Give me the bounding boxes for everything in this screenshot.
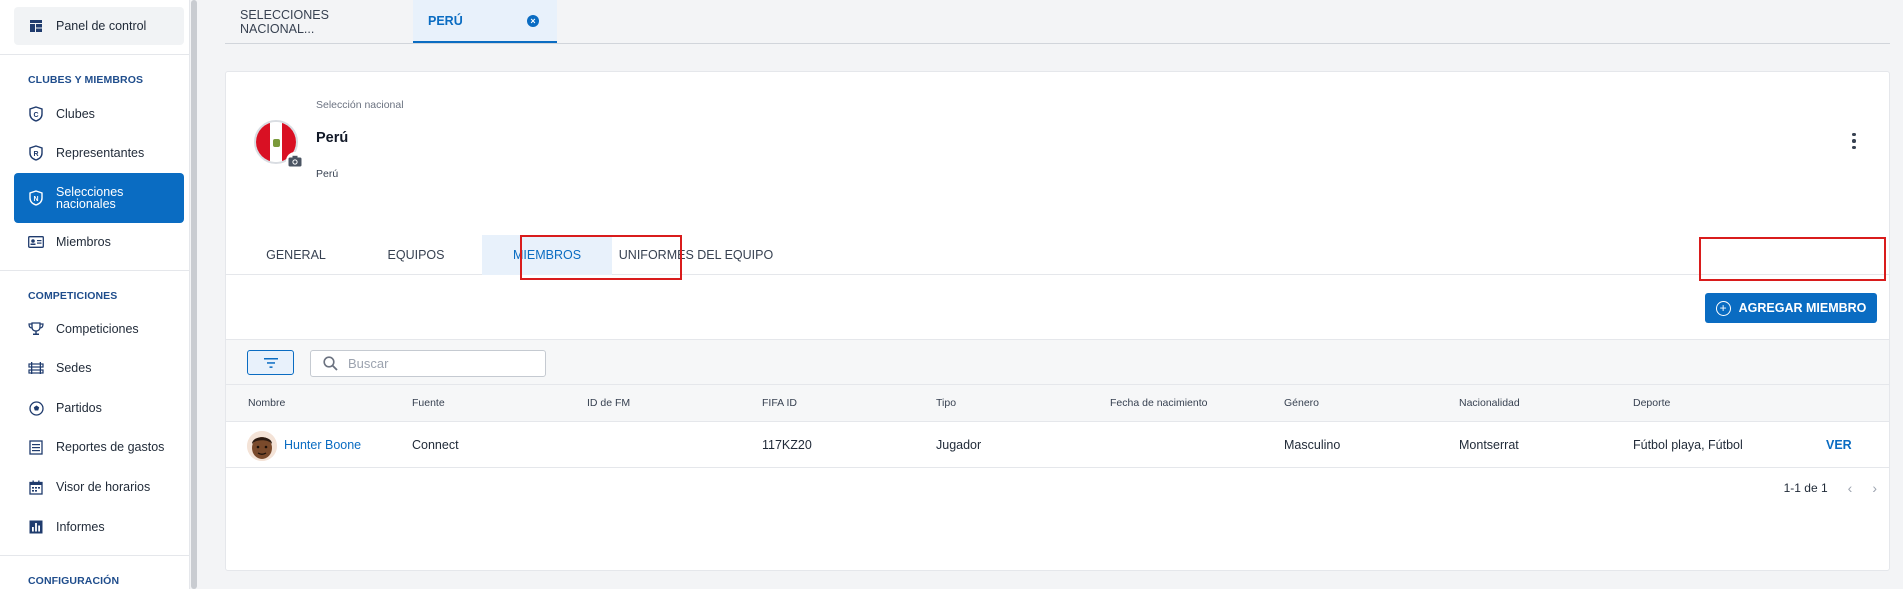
filter-icon <box>263 357 278 368</box>
sidebar-item-label: Competiciones <box>56 322 139 336</box>
camera-icon[interactable] <box>286 152 304 170</box>
divider <box>0 270 190 271</box>
sidebar-item-reportes-de-gastos[interactable]: Reportes de gastos <box>14 428 184 466</box>
sidebar: Panel de control CLUBES Y MIEMBROS C Clu… <box>0 0 190 589</box>
representative-shield-icon: R <box>28 145 44 161</box>
pagination: 1-1 de 1 ‹ › <box>1784 478 1877 498</box>
profile-country: Perú <box>316 168 339 180</box>
calendar-icon <box>28 479 44 495</box>
search-icon <box>323 356 338 371</box>
cell-gender: Masculino <box>1284 438 1341 452</box>
column-header[interactable]: ID de FM <box>587 397 630 409</box>
chart-icon <box>28 519 44 535</box>
view-link[interactable]: VER <box>1826 438 1852 452</box>
page-title: Perú <box>316 130 349 146</box>
sidebar-item-representantes[interactable]: R Representantes <box>14 134 184 172</box>
pagination-range: 1-1 de 1 <box>1783 481 1828 495</box>
cell-sport: Fútbol playa, Fútbol <box>1633 438 1743 452</box>
tab-miembros[interactable]: MIEMBROS <box>482 235 612 275</box>
section-tabs: GENERAL EQUIPOS MIEMBROS UNIFORMES DEL E… <box>226 235 1889 275</box>
svg-text:R: R <box>33 151 38 158</box>
column-header[interactable]: Fecha de nacimiento <box>1110 397 1207 409</box>
sidebar-item-label: Visor de horarios <box>56 480 151 494</box>
chevron-right-icon[interactable]: › <box>1872 480 1877 496</box>
cell-fifa-id: 117KZ20 <box>762 438 812 452</box>
column-header[interactable]: Fuente <box>412 397 445 409</box>
column-header[interactable]: FIFA ID <box>762 397 797 409</box>
svg-text:C: C <box>33 112 38 119</box>
cell-type: Jugador <box>936 438 982 452</box>
tab-equipos[interactable]: EQUIPOS <box>366 235 466 275</box>
ball-icon <box>28 400 44 416</box>
column-header[interactable]: Nombre <box>248 397 285 409</box>
more-options-icon[interactable] <box>1844 130 1864 152</box>
search-input[interactable] <box>348 356 528 371</box>
sidebar-item-label: Clubes <box>56 107 95 121</box>
chevron-left-icon[interactable]: ‹ <box>1848 480 1853 496</box>
add-member-button[interactable]: + AGREGAR MIEMBRO <box>1705 293 1877 323</box>
flag-emblem <box>273 139 280 147</box>
sidebar-item-label: Representantes <box>56 146 145 160</box>
report-icon <box>28 439 44 455</box>
tab-general[interactable]: GENERAL <box>246 235 346 275</box>
dashboard-icon <box>28 18 44 34</box>
tab-uniformes[interactable]: UNIFORMES DEL EQUIPO <box>611 235 781 275</box>
flag-stripe <box>256 122 270 162</box>
profile-kicker: Selección nacional <box>316 99 404 111</box>
divider <box>0 54 190 55</box>
member-name-link[interactable]: Hunter Boone <box>284 438 361 452</box>
sidebar-item-label: Miembros <box>56 235 111 249</box>
sidebar-item-label: Panel de control <box>56 19 147 33</box>
sidebar-item-partidos[interactable]: Partidos <box>14 389 184 427</box>
members-toolbar: + AGREGAR MIEMBRO <box>226 275 1889 340</box>
sidebar-item-sedes[interactable]: Sedes <box>14 349 184 387</box>
sidebar-item-selecciones-nacionales[interactable]: N Selecciones nacionales <box>14 173 184 223</box>
top-tab-label: PERÚ <box>428 13 463 28</box>
id-card-icon <box>28 234 44 250</box>
search-field[interactable] <box>310 350 546 377</box>
divider <box>0 555 190 556</box>
svg-text:N: N <box>33 196 38 203</box>
sidebar-item-label: Partidos <box>56 401 102 415</box>
team-card: Selección nacional Perú Perú GENERAL EQU… <box>225 71 1890 571</box>
sidebar-item-dashboard[interactable]: Panel de control <box>14 7 184 45</box>
section-title-clubs: CLUBES Y MIEMBROS <box>28 74 144 86</box>
trophy-icon <box>28 321 44 337</box>
scrollbar-thumb[interactable] <box>191 0 197 589</box>
top-tab-selecciones[interactable]: SELECCIONES NACIONAL... <box>225 0 412 43</box>
national-shield-icon: N <box>28 190 44 206</box>
column-header[interactable]: Tipo <box>936 397 956 409</box>
club-shield-icon: C <box>28 106 44 122</box>
sidebar-scrollbar[interactable] <box>190 0 198 589</box>
stadium-icon <box>28 360 44 376</box>
column-header[interactable]: Nacionalidad <box>1459 397 1520 409</box>
plus-circle-icon: + <box>1715 300 1731 316</box>
add-member-label: AGREGAR MIEMBRO <box>1738 301 1867 315</box>
sidebar-item-informes[interactable]: Informes <box>14 508 184 546</box>
cell-source: Connect <box>412 438 459 452</box>
sidebar-item-visor-de-horarios[interactable]: Visor de horarios <box>14 468 184 506</box>
table-header: Nombre Fuente ID de FM FIFA ID Tipo Fech… <box>226 385 1889 422</box>
sidebar-item-label: Reportes de gastos <box>56 440 165 454</box>
filter-bar <box>226 340 1889 385</box>
top-tab-peru[interactable]: PERÚ × <box>413 0 557 43</box>
sidebar-item-label: Sedes <box>56 361 92 375</box>
table-row[interactable]: Hunter Boone Connect 117KZ20 Jugador Mas… <box>226 422 1889 468</box>
top-tab-bar: SELECCIONES NACIONAL... PERÚ × <box>225 0 1890 44</box>
section-title-configuration: CONFIGURACIÓN <box>28 575 120 587</box>
sidebar-item-miembros[interactable]: Miembros <box>14 223 184 261</box>
column-header[interactable]: Género <box>1284 397 1319 409</box>
cell-nationality: Montserrat <box>1459 438 1519 452</box>
avatar <box>247 431 277 461</box>
sidebar-item-label: Selecciones nacionales <box>56 185 124 211</box>
filter-button[interactable] <box>247 350 294 375</box>
sidebar-item-competiciones[interactable]: Competiciones <box>14 310 184 348</box>
section-title-competitions: COMPETICIONES <box>28 290 118 302</box>
sidebar-item-label: Informes <box>56 520 105 534</box>
sidebar-item-clubes[interactable]: C Clubes <box>14 95 184 133</box>
close-icon[interactable]: × <box>527 15 539 27</box>
column-header[interactable]: Deporte <box>1633 397 1670 409</box>
